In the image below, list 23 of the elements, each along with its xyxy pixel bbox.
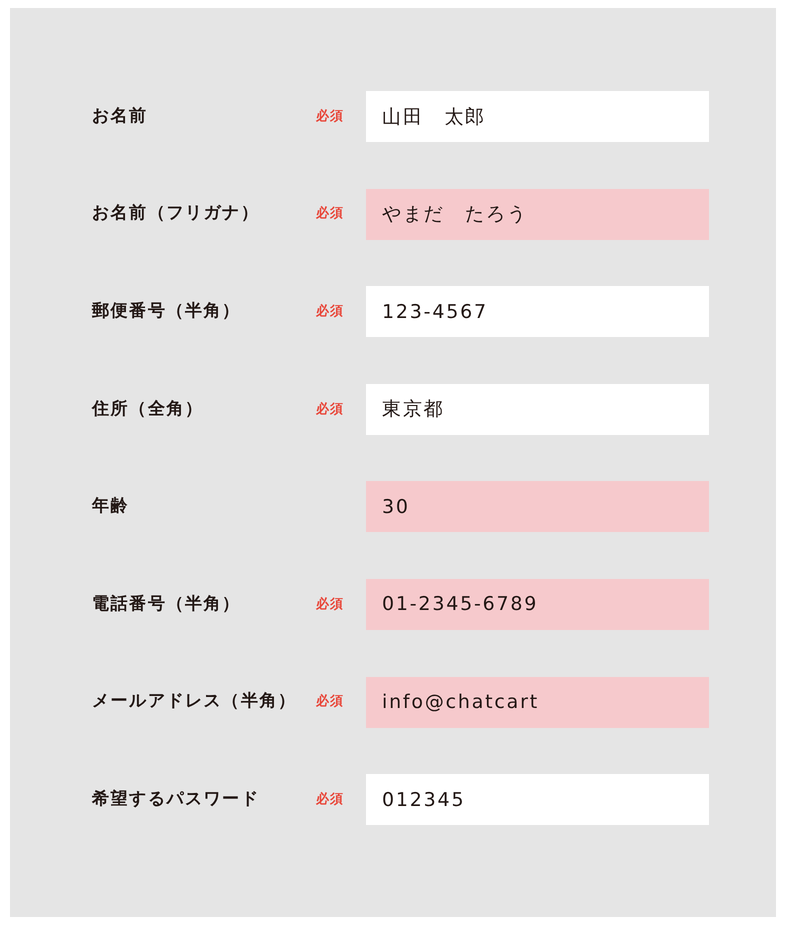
input-field[interactable]: 012345	[366, 774, 709, 826]
field-label: 希望するパスワード	[92, 788, 260, 811]
required-label: 必須	[316, 302, 344, 321]
input-field[interactable]: 山田 太郎	[366, 91, 709, 142]
input-field[interactable]: 東京都	[366, 384, 709, 435]
input-field[interactable]: 123-4567	[366, 286, 709, 338]
required-label: 必須	[316, 596, 344, 614]
required-label: 必須	[316, 692, 344, 712]
field-label: メールアドレス（半角）	[92, 690, 298, 714]
field-label: お名前	[92, 104, 149, 128]
required-label: 必須	[316, 204, 344, 224]
input-field[interactable]: 30	[366, 481, 709, 532]
required-label: 必須	[316, 400, 344, 419]
input-field[interactable]: 01-2345-6789	[366, 578, 709, 630]
field-label: 住所（全角）	[92, 398, 205, 421]
field-label: 郵便番号（半角）	[92, 300, 242, 323]
required-label: 必須	[316, 790, 344, 809]
input-field[interactable]: やまだ たろう	[366, 188, 709, 240]
field-label: お名前（フリガナ）	[92, 202, 260, 226]
required-label: 必須	[316, 108, 344, 126]
field-label: 電話番号（半角）	[92, 592, 242, 616]
input-field[interactable]: info@chatcart	[366, 676, 709, 728]
field-label: 年齢	[92, 495, 130, 518]
